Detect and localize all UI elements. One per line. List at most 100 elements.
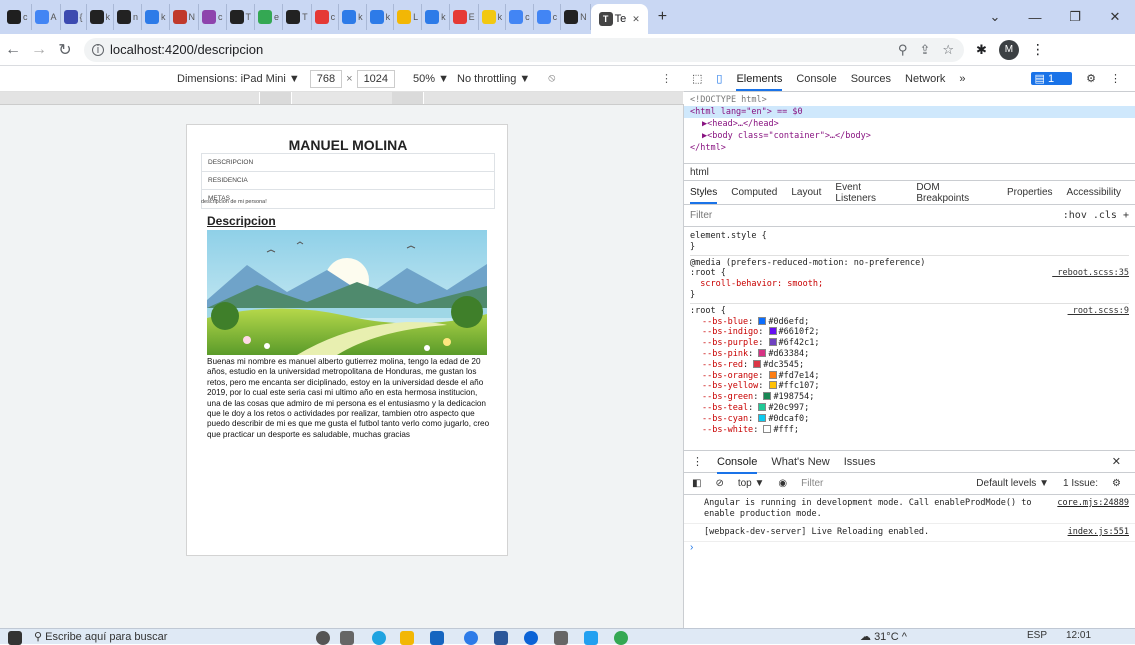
eye-icon[interactable]: ◉ [778, 478, 787, 489]
color-swatch-icon[interactable] [763, 392, 772, 401]
close-tab-icon[interactable]: ✕ [632, 14, 640, 25]
console-filter-input[interactable]: Filter [801, 478, 823, 489]
source-link[interactable]: _reboot.scss:35 [1052, 268, 1129, 279]
dom-body-node[interactable]: ▶<body class="container">…</body> [690, 130, 1129, 142]
browser-tab[interactable]: c [506, 4, 534, 30]
tab-console[interactable]: Console [796, 73, 836, 85]
browser-tab[interactable]: c [199, 4, 227, 30]
browser-tab[interactable]: c [312, 4, 340, 30]
clock[interactable]: 12:01 [1066, 630, 1091, 641]
vscode-icon[interactable] [584, 631, 598, 645]
dom-html-node[interactable]: <html lang="en"> == $0 [684, 106, 1135, 118]
browser-tab[interactable]: k [367, 4, 395, 30]
console-settings-icon[interactable]: ⚙ [1112, 478, 1121, 489]
style-tools[interactable]: :hov .cls + [1063, 210, 1129, 221]
windows-start-icon[interactable] [8, 631, 22, 645]
tab-search-icon[interactable]: ⌄ [975, 9, 1015, 25]
devtools-menu-icon[interactable]: ⋮ [1110, 72, 1121, 85]
zoom-icon[interactable]: ⚲ [898, 42, 908, 58]
browser-tab[interactable]: n [114, 4, 143, 30]
share-icon[interactable]: ⇪ [919, 42, 930, 58]
context-select[interactable]: top ▼ [738, 478, 765, 489]
element-style-rule[interactable]: element.style { [690, 231, 767, 241]
throttle-select[interactable]: No throttling ▼ [457, 73, 530, 85]
color-swatch-icon[interactable] [758, 413, 767, 422]
address-bar[interactable]: i localhost:4200/descripcion ⚲ ⇪ ☆ [84, 37, 964, 62]
settings-gear-icon[interactable]: ⚙ [1086, 72, 1096, 85]
browser-tab[interactable]: k [479, 4, 507, 30]
browser-tab[interactable]: { [61, 4, 87, 30]
color-swatch-icon[interactable] [768, 370, 777, 379]
clear-console-icon[interactable]: ⊘ [715, 478, 723, 489]
css-variable-row[interactable]: --bs-pink: #d63384; [690, 348, 1129, 360]
color-swatch-icon[interactable] [753, 359, 762, 368]
color-swatch-icon[interactable] [763, 424, 772, 433]
edge-icon[interactable] [372, 631, 386, 645]
new-tab-button[interactable]: + [658, 8, 667, 26]
app-icon[interactable] [554, 631, 568, 645]
drawer-menu-icon[interactable]: ⋮ [692, 455, 703, 468]
device-select[interactable]: Dimensions: iPad Mini ▼ [177, 73, 300, 85]
site-info-icon[interactable]: i [92, 43, 104, 56]
inspect-element-icon[interactable]: ⬚ [692, 72, 702, 85]
browser-tab[interactable]: k [339, 4, 367, 30]
css-variable-row[interactable]: --bs-indigo: #6610f2; [690, 327, 1129, 338]
tab-sources[interactable]: Sources [851, 73, 891, 85]
browser-tab[interactable]: e [255, 4, 284, 30]
more-tabs-button[interactable]: » [959, 73, 965, 85]
browser-tab[interactable]: E [450, 4, 479, 30]
mail-icon[interactable] [430, 631, 444, 645]
color-swatch-icon[interactable] [758, 402, 767, 411]
reload-button[interactable]: ↻ [52, 40, 78, 60]
rotate-icon[interactable]: ⦸ [548, 72, 555, 85]
css-variable-row[interactable]: --bs-yellow: #ffc107; [690, 381, 1129, 392]
device-toggle-icon[interactable]: ▯ [716, 72, 722, 85]
tab-network[interactable]: Network [905, 73, 945, 85]
subtab-properties[interactable]: Properties [1007, 187, 1053, 198]
drawer-tab-issues[interactable]: Issues [844, 456, 876, 468]
subtab-accessibility[interactable]: Accessibility [1067, 187, 1121, 198]
dom-head-node[interactable]: ▶<head>…</head> [690, 118, 1129, 130]
browser-tab[interactable]: N [170, 4, 200, 30]
app-icon[interactable] [464, 631, 478, 645]
css-variable-row[interactable]: --bs-cyan: #0dcaf0; [690, 413, 1129, 425]
browser-tab[interactable]: L [394, 4, 423, 30]
css-variable-row[interactable]: --bs-white: #fff; [690, 424, 1129, 436]
message-source-link[interactable]: core.mjs:24889 [1057, 498, 1129, 509]
minimize-button[interactable]: — [1015, 10, 1055, 25]
css-variable-row[interactable]: --bs-green: #198754; [690, 392, 1129, 403]
subtab-event-listeners[interactable]: Event Listeners [835, 182, 902, 204]
chrome-icon[interactable] [614, 631, 628, 645]
width-input[interactable]: 768 [309, 69, 343, 88]
console-prompt-icon[interactable]: › [684, 542, 1135, 553]
restore-button[interactable]: ❐ [1055, 9, 1095, 25]
subtab-layout[interactable]: Layout [791, 187, 821, 198]
browser-tab[interactable]: T [283, 4, 312, 30]
browser-tab[interactable]: A [32, 4, 61, 30]
color-swatch-icon[interactable] [758, 316, 767, 325]
browser-tab[interactable]: T [227, 4, 256, 30]
subtab-dom-breakpoints[interactable]: DOM Breakpoints [916, 182, 993, 204]
color-swatch-icon[interactable] [768, 381, 777, 390]
back-button[interactable]: ← [0, 41, 26, 59]
browser-tab[interactable]: k [142, 4, 170, 30]
source-link[interactable]: _root.scss:9 [1068, 306, 1129, 317]
close-drawer-icon[interactable]: ✕ [1112, 455, 1121, 468]
levels-select[interactable]: Default levels ▼ [976, 478, 1049, 489]
issues-badge[interactable]: ▤ 1 [1030, 72, 1073, 85]
cortana-icon[interactable] [316, 631, 330, 645]
app-icon[interactable] [524, 631, 538, 645]
css-variable-row[interactable]: --bs-purple: #6f42c1; [690, 338, 1129, 349]
nav-item-descripcion[interactable]: DESCRIPCION [202, 154, 494, 172]
nav-item-residencia[interactable]: RESIDENCIA [202, 172, 494, 190]
subtab-styles[interactable]: Styles [690, 181, 718, 204]
tab-elements[interactable]: Elements [736, 67, 783, 91]
css-variable-row[interactable]: --bs-blue: #0d6efd; [690, 316, 1129, 328]
message-source-link[interactable]: index.js:551 [1068, 527, 1129, 538]
css-variable-row[interactable]: --bs-teal: #20c997; [690, 402, 1129, 414]
active-tab[interactable]: T Te ✕ [590, 4, 648, 34]
sidebar-toggle-icon[interactable]: ◧ [692, 478, 701, 489]
weather-widget[interactable]: ☁ 31°C ^ [860, 630, 907, 643]
browser-tab[interactable]: N [561, 4, 591, 30]
browser-tab[interactable]: c [4, 4, 32, 30]
